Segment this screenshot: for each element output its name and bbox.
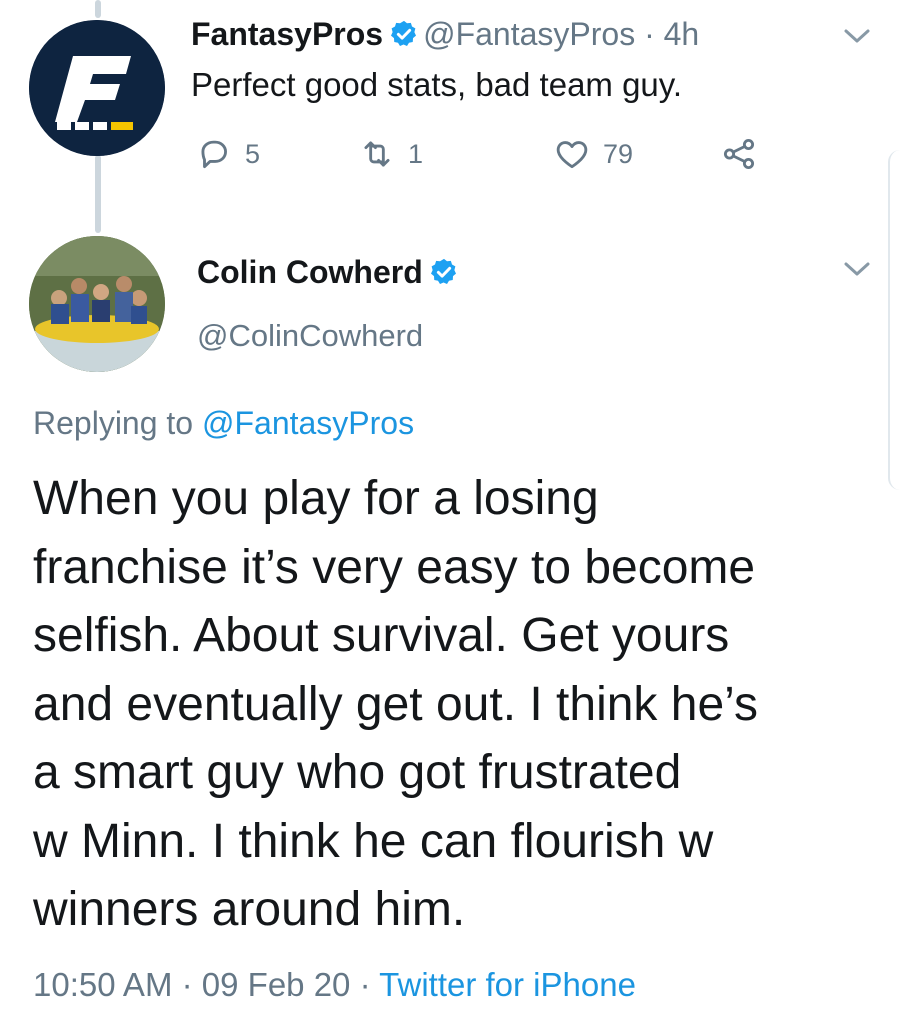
author-handle[interactable]: @ColinCowherd <box>197 316 423 356</box>
replying-to: Replying to @FantasyPros <box>33 403 414 443</box>
author-handle[interactable]: @FantasyPros <box>423 16 635 52</box>
meta-separator: · <box>181 966 193 1003</box>
retweet-button[interactable]: 1 <box>358 135 423 173</box>
like-icon <box>556 141 588 169</box>
tweet2-header: Colin Cowherd <box>197 252 463 292</box>
tweet-time: 10:50 AM <box>33 966 173 1003</box>
thread-connector <box>95 155 101 233</box>
colin-cowherd-avatar[interactable] <box>29 236 165 372</box>
share-icon <box>723 138 755 170</box>
reply-icon <box>201 140 227 169</box>
scrollbar[interactable] <box>888 150 901 490</box>
verified-badge-icon <box>430 258 456 284</box>
fantasypros-avatar[interactable] <box>29 20 165 156</box>
tweet-source-link[interactable]: Twitter for iPhone <box>379 966 636 1003</box>
tweet-date: 09 Feb 20 <box>201 966 351 1003</box>
share-button[interactable] <box>720 135 758 173</box>
reply-button[interactable]: 5 <box>195 135 260 173</box>
verified-badge-icon <box>391 20 417 46</box>
tweet-age[interactable]: 4h <box>664 16 700 52</box>
tweet1-header: FantasyPros @FantasyPros · 4h <box>191 14 699 54</box>
fantasypros-logo <box>29 20 165 156</box>
avatar-photo <box>29 236 165 372</box>
reply-count: 5 <box>245 138 261 169</box>
meta-separator: · <box>644 16 655 52</box>
replying-handle-link[interactable]: @FantasyPros <box>202 405 414 441</box>
tweet-meta: 10:50 AM · 09 Feb 20 · Twitter for iPhon… <box>33 964 636 1006</box>
chevron-down-icon[interactable] <box>841 24 873 48</box>
replying-prefix: Replying to <box>33 405 194 441</box>
meta-separator: · <box>359 966 371 1003</box>
retweet-icon <box>364 141 390 167</box>
tweet1-text: Perfect good stats, bad team guy. <box>191 66 683 103</box>
author-name[interactable]: Colin Cowherd <box>197 254 423 290</box>
chevron-down-icon[interactable] <box>841 257 873 281</box>
thread-connector-top <box>95 0 101 18</box>
author-name[interactable]: FantasyPros <box>191 16 383 52</box>
like-count: 79 <box>603 138 634 169</box>
tweet-text: When you play for a losing franchise it’… <box>33 472 758 936</box>
retweet-count: 1 <box>408 138 424 169</box>
like-button[interactable]: 79 <box>553 135 633 173</box>
